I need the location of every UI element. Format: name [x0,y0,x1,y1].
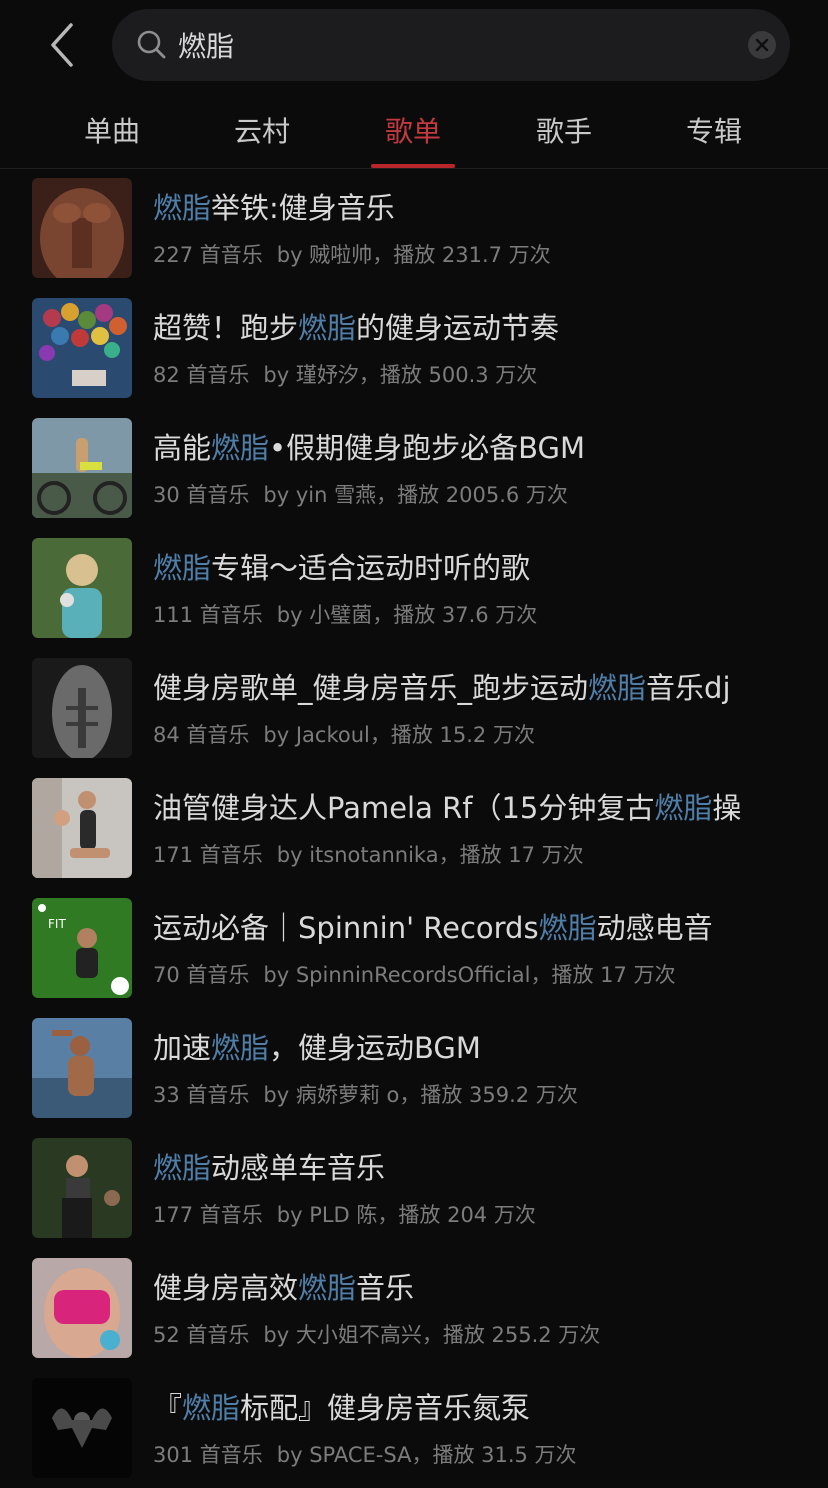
chevron-left-icon [51,23,73,67]
clear-search-button[interactable] [748,31,776,59]
playlist-cover-image [32,1138,132,1238]
playlist-meta: 84 首音乐 by Jackoul，播放 15.2 万次 [153,723,535,747]
tab-albums[interactable]: 专辑 [654,92,774,168]
search-icon [137,30,166,59]
tab-playlists[interactable]: 歌单 [353,92,473,168]
tab-artists[interactable]: 歌手 [504,92,624,168]
playlist-meta: 82 首音乐 by 瑾妤汐，播放 500.3 万次 [153,363,538,387]
tab-songs[interactable]: 单曲 [52,92,172,168]
playlist-title: 运动必备｜Spinnin' Records燃脂动感电音 [153,911,713,945]
playlist-item[interactable]: 高能燃脂•假期健身跑步必备BGM 30 首音乐 by yin 雪燕，播放 2005… [0,408,828,528]
playlist-cover-image [32,658,132,758]
playlist-title: 『燃脂标配』健身房音乐氮泵 [153,1391,531,1425]
playlist-title: 燃脂专辑～适合运动时听的歌 [153,551,531,585]
playlist-title: 燃脂动感单车音乐 [153,1151,386,1185]
playlist-cover-image: FIT [32,898,132,998]
top-bar [0,0,828,92]
playlist-cover-image [32,298,132,398]
playlist-cover-image [32,1258,132,1358]
playlist-results: 燃脂举铁:健身音乐 227 首音乐 by 贼啦帅，播放 231.7 万次 超赞！跑… [0,168,828,1488]
playlist-item[interactable]: FIT 运动必备｜Spinnin' Records燃脂动感电音 70 首音乐 by… [0,888,828,1008]
playlist-item[interactable]: 健身房歌单_健身房音乐_跑步运动燃脂音乐dj 84 首音乐 by Jackoul，… [0,648,828,768]
playlist-cover-image [32,1378,132,1478]
playlist-cover-image [32,778,132,878]
svg-text:FIT: FIT [48,917,66,931]
close-icon [755,38,769,52]
playlist-title: 超赞！跑步燃脂的健身运动节奏 [153,311,560,345]
playlist-item[interactable]: 油管健身达人Pamela Rf（15分钟复古燃脂操 171 首音乐 by itsn… [0,768,828,888]
playlist-meta: 52 首音乐 by 大小姐不高兴，播放 255.2 万次 [153,1323,601,1347]
playlist-item[interactable]: 燃脂专辑～适合运动时听的歌 111 首音乐 by 小璧菌，播放 37.6 万次 [0,528,828,648]
playlist-meta: 227 首音乐 by 贼啦帅，播放 231.7 万次 [153,243,551,267]
playlist-meta: 70 首音乐 by SpinninRecordsOfficial，播放 17 万次 [153,963,676,987]
playlist-title: 高能燃脂•假期健身跑步必备BGM [153,431,586,465]
search-bar[interactable] [112,9,790,81]
playlist-meta: 30 首音乐 by yin 雪燕，播放 2005.6 万次 [153,483,568,507]
back-button[interactable] [40,20,84,70]
playlist-title: 健身房高效燃脂音乐 [153,1271,415,1305]
playlist-item[interactable]: 超赞！跑步燃脂的健身运动节奏 82 首音乐 by 瑾妤汐，播放 500.3 万次 [0,288,828,408]
playlist-cover-image [32,178,132,278]
playlist-item[interactable]: 燃脂动感单车音乐 177 首音乐 by PLD 陈，播放 204 万次 [0,1128,828,1248]
playlist-title: 燃脂举铁:健身音乐 [153,191,395,225]
playlist-item[interactable]: 健身房高效燃脂音乐 52 首音乐 by 大小姐不高兴，播放 255.2 万次 [0,1248,828,1368]
playlist-meta: 111 首音乐 by 小璧菌，播放 37.6 万次 [153,603,538,627]
category-tabs: 单曲 云村 歌单 歌手 专辑 [0,92,828,169]
playlist-item[interactable]: 燃脂举铁:健身音乐 227 首音乐 by 贼啦帅，播放 231.7 万次 [0,168,828,288]
playlist-meta: 177 首音乐 by PLD 陈，播放 204 万次 [153,1203,536,1227]
playlist-cover-image [32,538,132,638]
playlist-title: 加速燃脂，健身运动BGM [153,1031,481,1065]
playlist-title: 健身房歌单_健身房音乐_跑步运动燃脂音乐dj [153,671,731,705]
playlist-meta: 301 首音乐 by SPACE-SA，播放 31.5 万次 [153,1443,577,1467]
playlist-item[interactable]: 『燃脂标配』健身房音乐氮泵 301 首音乐 by SPACE-SA，播放 31.5… [0,1368,828,1488]
playlist-title: 油管健身达人Pamela Rf（15分钟复古燃脂操 [153,791,742,825]
search-input[interactable] [178,21,718,69]
playlist-meta: 33 首音乐 by 病娇萝莉 o，播放 359.2 万次 [153,1083,578,1107]
playlist-item[interactable]: 加速燃脂，健身运动BGM 33 首音乐 by 病娇萝莉 o，播放 359.2 万次 [0,1008,828,1128]
tab-community[interactable]: 云村 [202,92,322,168]
playlist-cover-image [32,418,132,518]
playlist-meta: 171 首音乐 by itsnotannika，播放 17 万次 [153,843,584,867]
playlist-cover-image [32,1018,132,1118]
